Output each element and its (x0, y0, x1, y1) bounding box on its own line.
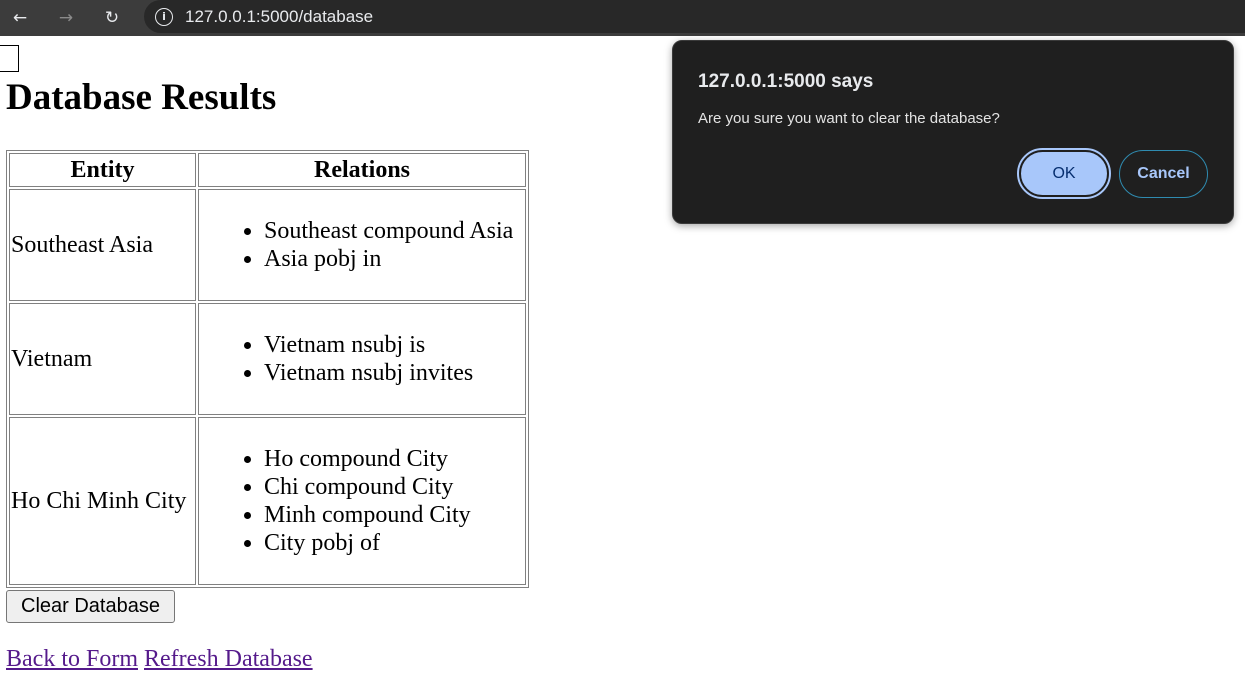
confirm-dialog: 127.0.0.1:5000 says Are you sure you wan… (672, 40, 1234, 224)
site-info-icon[interactable]: i (155, 7, 173, 26)
table-row: Ho Chi Minh City Ho compound City Chi co… (9, 417, 526, 585)
refresh-database-link[interactable]: Refresh Database (144, 646, 313, 672)
entity-header: Entity (9, 153, 196, 187)
relations-cell: Southeast compound Asia Asia pobj in (198, 189, 526, 301)
ok-button[interactable]: OK (1017, 148, 1111, 199)
page-fragment-box (0, 45, 19, 72)
table-row: Southeast Asia Southeast compound Asia A… (9, 189, 526, 301)
entity-cell: Ho Chi Minh City (9, 417, 196, 585)
relations-cell: Ho compound City Chi compound City Minh … (198, 417, 526, 585)
url-text[interactable]: 127.0.0.1:5000/database (185, 7, 373, 27)
relation-item: City pobj of (264, 529, 524, 557)
entity-cell: Vietnam (9, 303, 196, 415)
entity-cell: Southeast Asia (9, 189, 196, 301)
cancel-button[interactable]: Cancel (1119, 150, 1208, 198)
dialog-message: Are you sure you want to clear the datab… (698, 110, 1000, 127)
relation-item: Southeast compound Asia (264, 217, 524, 245)
reload-icon[interactable]: ↻ (98, 4, 126, 32)
relation-item: Vietnam nsubj invites (264, 359, 524, 387)
dialog-title: 127.0.0.1:5000 says (698, 71, 874, 92)
address-bar[interactable]: i 127.0.0.1:5000/database (144, 0, 1245, 33)
relations-header: Relations (198, 153, 526, 187)
page-title: Database Results (6, 77, 277, 118)
results-table: Entity Relations Southeast Asia Southeas… (6, 150, 529, 588)
relations-cell: Vietnam nsubj is Vietnam nsubj invites (198, 303, 526, 415)
relation-item: Ho compound City (264, 445, 524, 473)
forward-arrow-icon[interactable]: → (52, 4, 80, 32)
back-to-form-link[interactable]: Back to Form (6, 646, 138, 672)
relation-item: Chi compound City (264, 473, 524, 501)
relation-item: Asia pobj in (264, 245, 524, 273)
back-arrow-icon[interactable]: ← (6, 4, 34, 32)
page-links: Back to Form Refresh Database (6, 646, 313, 673)
relation-item: Minh compound City (264, 501, 524, 529)
clear-database-button[interactable]: Clear Database (6, 590, 175, 623)
browser-toolbar: ← → ↻ i 127.0.0.1:5000/database (0, 0, 1245, 36)
relation-item: Vietnam nsubj is (264, 331, 524, 359)
table-row: Vietnam Vietnam nsubj is Vietnam nsubj i… (9, 303, 526, 415)
